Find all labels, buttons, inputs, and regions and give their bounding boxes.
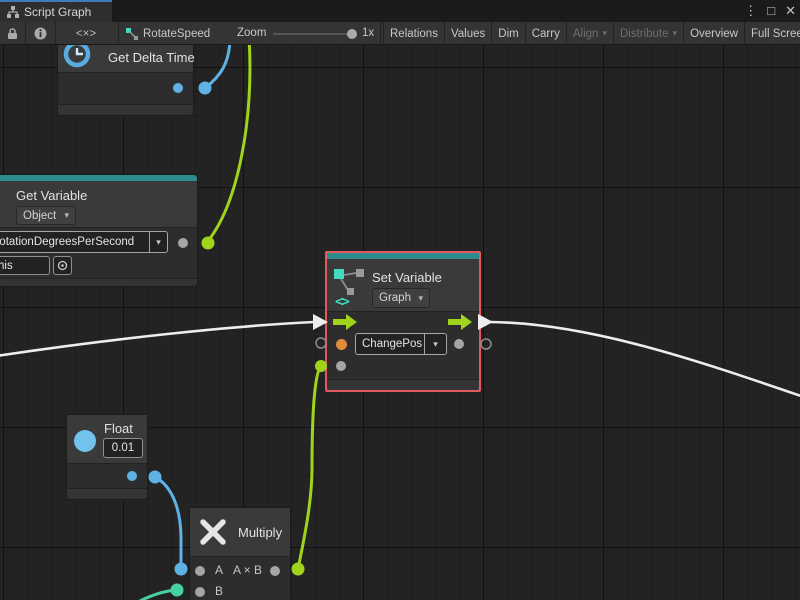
wire-end-dot bbox=[202, 237, 215, 250]
wire-flow-out[interactable] bbox=[490, 322, 800, 397]
zoom-value: 1x bbox=[362, 27, 374, 39]
chevron-down-icon: ▾ bbox=[673, 28, 678, 39]
multiply-icon bbox=[198, 517, 228, 547]
node-title: Float bbox=[104, 421, 133, 436]
node-title: Multiply bbox=[238, 525, 282, 540]
graph-variable-icon: <> bbox=[334, 269, 368, 309]
zoom-to-fit-label: <×> bbox=[76, 28, 96, 40]
zoom-slider-handle[interactable] bbox=[347, 29, 357, 39]
values-button[interactable]: Values bbox=[444, 22, 491, 45]
window-controls: ⋮ □ ✕ bbox=[744, 0, 796, 22]
float-value-input[interactable]: 0.01 bbox=[103, 438, 143, 458]
wire-float-to-multiply[interactable] bbox=[155, 477, 181, 567]
node-set-variable[interactable]: <> Set Variable Graph ▾ ChangePos bbox=[325, 251, 481, 392]
input-port-b[interactable] bbox=[195, 587, 205, 597]
breadcrumb[interactable]: RotateSpeed bbox=[126, 22, 210, 45]
title-bar: Script Graph ⋮ □ ✕ bbox=[0, 0, 800, 22]
tab-label: Script Graph bbox=[24, 5, 91, 19]
align-button[interactable]: Align▾ bbox=[566, 22, 613, 45]
node-title: Set Variable bbox=[372, 270, 442, 285]
script-graph-icon bbox=[7, 6, 19, 18]
variable-scope-dropdown[interactable]: Graph ▾ bbox=[372, 288, 430, 308]
node-category: Time bbox=[108, 45, 130, 47]
variable-scope-dropdown[interactable]: Object ▾ bbox=[16, 206, 76, 225]
target-icon bbox=[57, 260, 68, 271]
maximize-icon[interactable]: □ bbox=[767, 0, 775, 22]
wire-end-dot bbox=[149, 471, 162, 484]
wire-into-get-variable[interactable] bbox=[208, 45, 250, 241]
lock-icon bbox=[7, 28, 18, 40]
variable-target-field[interactable]: This bbox=[0, 256, 50, 275]
zoom-slider-track[interactable] bbox=[273, 33, 351, 35]
object-picker-button[interactable] bbox=[53, 256, 72, 275]
variable-name-field[interactable]: ChangePos ▾ bbox=[355, 333, 447, 355]
dim-button[interactable]: Dim bbox=[491, 22, 524, 45]
node-float[interactable]: Float 0.01 bbox=[67, 415, 147, 499]
node-get-delta-time[interactable]: Time Get Delta Time bbox=[58, 45, 193, 115]
wire-flow-in[interactable] bbox=[0, 322, 314, 356]
full-screen-button[interactable]: Full Screen bbox=[744, 22, 800, 45]
chevron-down-icon: ▾ bbox=[602, 28, 607, 39]
wire-delta-time-output[interactable] bbox=[205, 45, 230, 88]
wire-end-dot bbox=[292, 563, 305, 576]
svg-text:<>: <> bbox=[335, 294, 349, 309]
distribute-button[interactable]: Distribute▾ bbox=[613, 22, 683, 45]
wire-end-dot bbox=[199, 82, 212, 95]
overview-button[interactable]: Overview bbox=[683, 22, 744, 45]
node-title: Get Delta Time bbox=[108, 50, 195, 65]
input-port-fallback[interactable] bbox=[336, 361, 346, 371]
output-port-variable-value[interactable] bbox=[178, 238, 188, 248]
inspect-button[interactable] bbox=[26, 22, 55, 45]
graph-toolbar: <×> RotateSpeed Zoom 1x Relations Values… bbox=[0, 22, 800, 45]
output-port-product[interactable] bbox=[270, 566, 280, 576]
input-port-variable-name[interactable] bbox=[336, 339, 347, 350]
node-get-variable[interactable]: Get Variable Object ▾ RotationDegreesPer… bbox=[0, 175, 197, 286]
wire-end-dot bbox=[171, 584, 184, 597]
chevron-down-icon[interactable]: ▾ bbox=[425, 333, 447, 355]
relations-button[interactable]: Relations bbox=[383, 22, 444, 45]
output-port-variable-value[interactable] bbox=[454, 339, 464, 349]
window-menu-icon[interactable]: ⋮ bbox=[744, 0, 757, 22]
graph-canvas[interactable]: Time Get Delta Time Get Variable Object … bbox=[0, 45, 800, 600]
float-icon bbox=[73, 429, 97, 453]
variable-name-field[interactable]: RotationDegreesPerSecond ▾ bbox=[0, 231, 168, 253]
input-port-a[interactable] bbox=[195, 566, 205, 576]
tab-script-graph[interactable]: Script Graph bbox=[0, 0, 112, 22]
wire-multiply-to-set-variable[interactable] bbox=[298, 366, 321, 569]
output-port-delta-time[interactable] bbox=[173, 83, 183, 93]
wire-to-multiply-b[interactable] bbox=[136, 590, 176, 600]
toolbar-buttons: Relations Values Dim Carry Align▾ Distri… bbox=[383, 22, 800, 45]
zoom-to-fit-button[interactable]: <×> bbox=[56, 22, 116, 45]
carry-button[interactable]: Carry bbox=[525, 22, 566, 45]
node-multiply[interactable]: Multiply A A × B B bbox=[190, 508, 290, 600]
clock-icon bbox=[63, 45, 91, 68]
node-title: Get Variable bbox=[16, 188, 87, 203]
flow-input-port[interactable] bbox=[333, 314, 357, 330]
close-icon[interactable]: ✕ bbox=[785, 0, 796, 22]
unconnected-port-circle[interactable] bbox=[481, 339, 491, 349]
chevron-down-icon[interactable]: ▾ bbox=[150, 231, 168, 253]
breadcrumb-label: RotateSpeed bbox=[143, 28, 210, 40]
wire-end-dot bbox=[175, 563, 188, 576]
lock-button[interactable] bbox=[0, 22, 25, 45]
info-icon bbox=[34, 27, 47, 40]
chevron-down-icon: ▾ bbox=[64, 210, 69, 221]
graph-breadcrumb-icon bbox=[126, 28, 138, 40]
output-port-float[interactable] bbox=[127, 471, 137, 481]
flow-output-port[interactable] bbox=[448, 314, 472, 330]
script-graph-window: Script Graph ⋮ □ ✕ <×> bbox=[0, 0, 800, 600]
zoom-label: Zoom bbox=[237, 27, 266, 39]
chevron-down-icon: ▾ bbox=[418, 293, 423, 304]
